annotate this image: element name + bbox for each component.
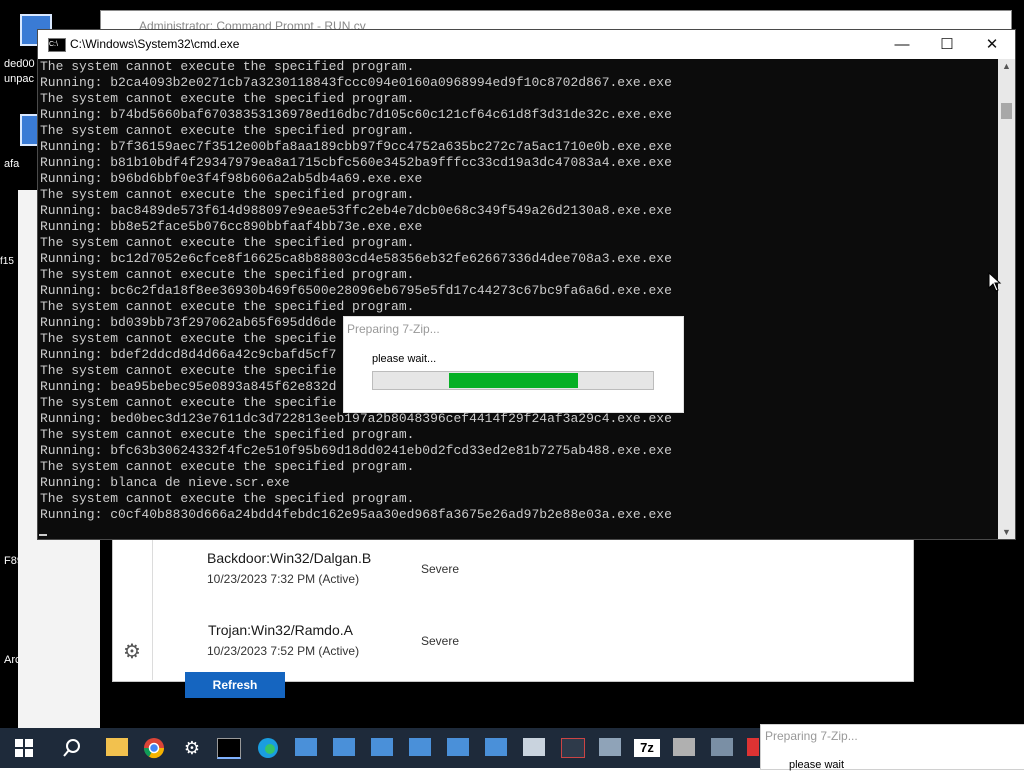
cmd-icon: C:\ — [48, 38, 66, 52]
taskbar: ⚙ 7z — [0, 728, 760, 768]
console-line: The system cannot execute the specified … — [40, 299, 415, 314]
desktop-icon-label: ded00 — [4, 58, 35, 70]
text-cursor — [39, 534, 47, 536]
console-line: Running: b81b10bdf4f29347979ea8a1715cbfc… — [40, 155, 672, 170]
console-line: The system cannot execute the specified … — [40, 59, 415, 74]
threat-date: 10/23/2023 7:32 PM (Active) — [207, 572, 360, 586]
vertical-scrollbar[interactable]: ▲ ▼ — [998, 59, 1015, 539]
console-output[interactable]: The system cannot execute the specified … — [38, 59, 998, 539]
threat-list: Backdoor:Win32/Dalgan.B 10/23/2023 7:32 … — [152, 538, 913, 680]
maximize-button[interactable]: ☐ — [924, 30, 970, 59]
console-line: The system cannot execute the specified … — [40, 123, 415, 138]
7zip-icon[interactable]: 7z — [634, 739, 660, 757]
cmd-window[interactable]: C:\ C:\Windows\System32\cmd.exe — ☐ ✕ Th… — [37, 29, 1016, 540]
console-line: The system cannot execute the specified … — [40, 459, 415, 474]
settings-icon[interactable]: ⚙ — [176, 732, 208, 764]
network-icon[interactable] — [295, 738, 317, 756]
console-line: Running: bb8e52face5b076cc890bbfaaf4bb73… — [40, 219, 423, 234]
edge-icon[interactable] — [252, 732, 284, 764]
console-line: The system cannot execute the specified … — [40, 267, 415, 282]
minimize-button[interactable]: — — [879, 30, 925, 59]
console-line: Running: bc12d7052e6cfce8f16625ca8b88803… — [40, 251, 672, 266]
console-line: Running: bac8489de573f614d988097e9eae53f… — [40, 203, 672, 218]
cmd-window-title: C:\Windows\System32\cmd.exe — [70, 37, 240, 51]
7zip-progress-dialog[interactable]: Preparing 7-Zip... please wait... — [343, 316, 684, 413]
tool-icon[interactable] — [561, 738, 585, 758]
start-icon[interactable] — [8, 732, 40, 764]
scroll-down-icon[interactable]: ▼ — [998, 527, 1015, 537]
monitor-icon[interactable] — [599, 738, 621, 756]
computer-icon[interactable] — [711, 738, 733, 756]
close-button[interactable]: ✕ — [969, 30, 1015, 59]
console-line: Running: b7f36159aec7f3512e00bfa8aa189cb… — [40, 139, 672, 154]
photo-icon[interactable] — [523, 738, 545, 756]
console-line: The system cannot execute the specified … — [40, 491, 415, 506]
dialog-message: please wait... — [372, 353, 437, 365]
cmd-title-bar[interactable]: C:\ C:\Windows\System32\cmd.exe — ☐ ✕ — [38, 30, 1015, 59]
app-icon[interactable] — [747, 738, 759, 756]
scroll-thumb[interactable] — [1001, 103, 1012, 119]
console-line: Running: bfc63b30624332f4fc2e510f95b69d1… — [40, 443, 672, 458]
desktop-icon-label: unpac — [4, 73, 34, 85]
archive-icon[interactable] — [673, 738, 695, 756]
scroll-up-icon[interactable]: ▲ — [998, 61, 1015, 71]
gear-icon[interactable]: ⚙ — [120, 640, 144, 664]
network-icon[interactable] — [333, 738, 355, 756]
console-line: The system cannot execute the specified … — [40, 235, 415, 250]
search-icon[interactable] — [56, 732, 88, 764]
console-line: Running: c0cf40b8830d666a24bdd4febdc162e… — [40, 507, 672, 522]
threat-name[interactable]: Trojan:Win32/Ramdo.A — [208, 622, 353, 638]
desktop-icon-label: f15 — [0, 256, 14, 267]
mouse-pointer-icon — [988, 272, 1002, 292]
console-line: Running: blanca de nieve.scr.exe — [40, 475, 290, 490]
dialog-title: Preparing 7-Zip... — [765, 729, 858, 743]
desktop-icon-label: afa — [4, 158, 20, 170]
console-line: The system cannot execute the specified … — [40, 187, 415, 202]
console-line: Running: b96bd6bbf0e3f4f98b606a2ab5db4a6… — [40, 171, 423, 186]
dialog-message: please wait — [789, 759, 845, 771]
refresh-button[interactable]: Refresh — [185, 672, 285, 698]
threat-date: 10/23/2023 7:52 PM (Active) — [207, 644, 360, 658]
threat-name[interactable]: Backdoor:Win32/Dalgan.B — [207, 550, 371, 566]
file-explorer-icon[interactable] — [106, 738, 128, 756]
console-line: Running: b74bd5660baf67038353136978ed16d… — [40, 107, 672, 122]
chrome-icon[interactable] — [138, 732, 170, 764]
network-icon[interactable] — [409, 738, 431, 756]
console-line: Running: bed0bec3d123e7611dc3d722813eeb1… — [40, 411, 672, 426]
progress-fill — [449, 373, 578, 388]
console-line: The system cannot execute the specified … — [40, 427, 415, 442]
threat-severity: Severe — [421, 634, 460, 648]
network-icon[interactable] — [485, 738, 507, 756]
cmd-icon[interactable] — [217, 738, 241, 759]
network-icon[interactable] — [447, 738, 469, 756]
console-line: The system cannot execute the specified … — [40, 91, 415, 106]
7zip-progress-dialog-2[interactable]: Preparing 7-Zip... please wait — [760, 724, 1024, 771]
threat-severity: Severe — [421, 562, 460, 576]
progress-bar — [372, 371, 654, 390]
console-line: Running: bc6c2fda18f8ee36930b469f6500e28… — [40, 283, 672, 298]
dialog-title: Preparing 7-Zip... — [347, 322, 440, 336]
console-line: Running: b2ca4093b2e0271cb7a3230118843fc… — [40, 75, 672, 90]
network-icon[interactable] — [371, 738, 393, 756]
